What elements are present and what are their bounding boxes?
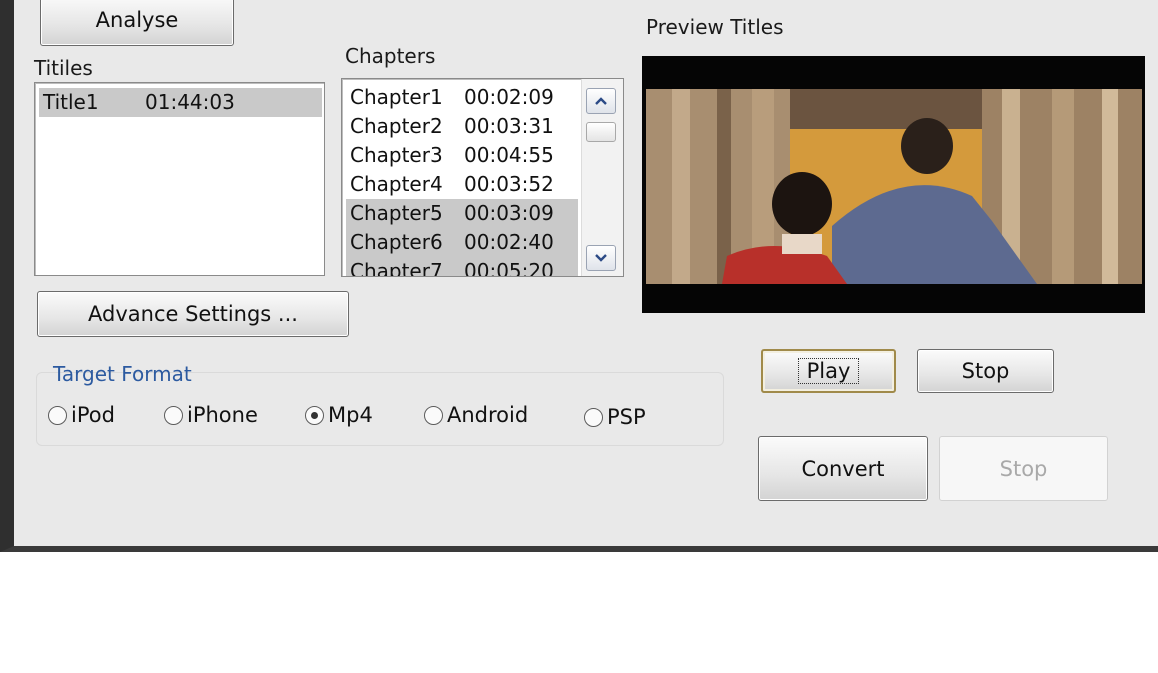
- advance-settings-button[interactable]: Advance Settings ...: [37, 291, 349, 337]
- radio-label: iPhone: [187, 403, 258, 427]
- title-duration: 01:44:03: [145, 90, 235, 114]
- chapter-row[interactable]: Chapter1 00:02:09: [346, 83, 578, 112]
- title-name: Title1: [43, 90, 99, 114]
- radio-label: Android: [447, 403, 529, 427]
- stop-convert-button-label: Stop: [999, 456, 1048, 481]
- chapters-list[interactable]: Chapter1 00:02:09 Chapter2 00:03:31 Chapter3…: [341, 78, 624, 277]
- chapters-scrollbar[interactable]: [581, 79, 623, 276]
- scroll-thumb[interactable]: [586, 122, 616, 142]
- chapter-name: Chapter3: [350, 143, 443, 167]
- radio-mp4[interactable]: Mp4: [305, 403, 373, 427]
- chapter-row[interactable]: Chapter3 00:04:55: [346, 141, 578, 170]
- chapter-name: Chapter1: [350, 85, 443, 109]
- radio-iphone[interactable]: iPhone: [164, 403, 258, 427]
- chapter-name: Chapter7: [350, 259, 443, 277]
- convert-button[interactable]: Convert: [758, 436, 928, 501]
- preview-label: Preview Titles: [646, 15, 784, 39]
- radio-circle-icon[interactable]: [305, 405, 324, 425]
- chapter-name: Chapter4: [350, 172, 443, 196]
- radio-circle-icon[interactable]: [424, 405, 443, 425]
- radio-circle-icon[interactable]: [164, 405, 183, 425]
- stop-preview-button-label: Stop: [961, 359, 1010, 383]
- chevron-up-icon: [595, 97, 607, 105]
- scroll-up-button[interactable]: [586, 88, 616, 114]
- radio-circle-icon[interactable]: [584, 407, 603, 427]
- chapter-name: Chapter2: [350, 114, 443, 138]
- chapters-label: Chapters: [345, 44, 436, 68]
- radio-circle-icon[interactable]: [48, 405, 67, 425]
- stop-preview-button[interactable]: Stop: [917, 349, 1054, 393]
- chapter-duration: 00:02:09: [464, 85, 554, 109]
- chapter-duration: 00:03:09: [464, 201, 554, 225]
- chapter-row[interactable]: Chapter6 00:02:40: [346, 228, 578, 257]
- chapter-duration: 00:03:31: [464, 114, 554, 138]
- chapter-duration: 00:02:40: [464, 230, 554, 254]
- analyse-button[interactable]: Analyse: [40, 0, 234, 46]
- chapter-name: Chapter5: [350, 201, 443, 225]
- target-format-label: Target Format: [53, 362, 192, 386]
- radio-label: PSP: [607, 405, 646, 429]
- radio-psp[interactable]: PSP: [584, 405, 646, 429]
- chapter-duration: 00:04:55: [464, 143, 554, 167]
- chapter-row[interactable]: Chapter5 00:03:09: [346, 199, 578, 228]
- play-button[interactable]: Play: [761, 349, 896, 393]
- radio-label: iPod: [71, 403, 115, 427]
- chapter-row[interactable]: Chapter2 00:03:31: [346, 112, 578, 141]
- chapter-name: Chapter6: [350, 230, 443, 254]
- play-button-label: Play: [797, 358, 860, 384]
- convert-button-label: Convert: [801, 456, 885, 481]
- titles-label: Titiles: [34, 56, 93, 80]
- stop-convert-button: Stop: [939, 436, 1108, 501]
- radio-ipod[interactable]: iPod: [48, 403, 115, 427]
- title-row-1[interactable]: Title1 01:44:03: [39, 88, 322, 117]
- chevron-down-icon: [595, 254, 607, 262]
- preview-frame-image: [642, 56, 1145, 313]
- analyse-button-label: Analyse: [95, 8, 179, 32]
- radio-label: Mp4: [328, 403, 373, 427]
- scroll-down-button[interactable]: [586, 245, 616, 271]
- advance-settings-button-label: Advance Settings ...: [88, 302, 298, 326]
- preview-video: [642, 56, 1145, 313]
- radio-android[interactable]: Android: [424, 403, 528, 427]
- titles-list[interactable]: Title1 01:44:03: [34, 82, 325, 276]
- chapter-duration: 00:03:52: [464, 172, 554, 196]
- chapter-row[interactable]: Chapter7 00:05:20: [346, 257, 578, 277]
- chapter-duration: 00:05:20: [464, 259, 554, 277]
- chapter-row[interactable]: Chapter4 00:03:52: [346, 170, 578, 199]
